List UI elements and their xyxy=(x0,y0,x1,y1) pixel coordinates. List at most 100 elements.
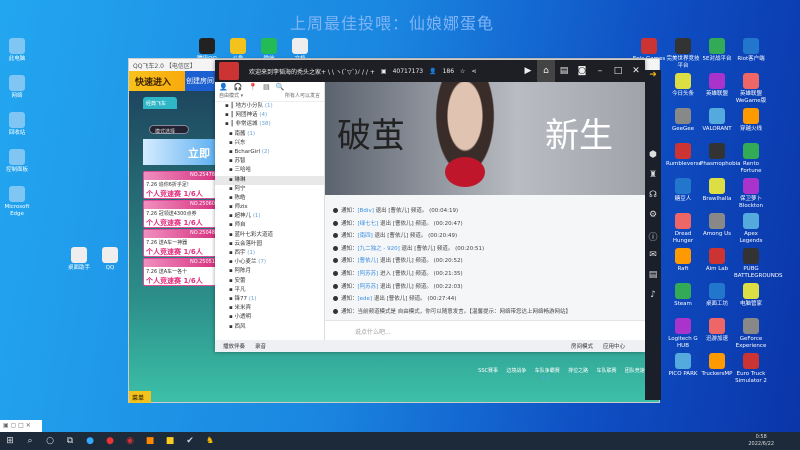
msg-user[interactable]: [九二独之 - 920] xyxy=(358,246,400,252)
list-tool-icon[interactable]: ▤ xyxy=(263,83,270,91)
msg-user[interactable]: [绿七七] xyxy=(358,221,379,227)
msg-user[interactable]: [曹依儿] xyxy=(358,258,379,264)
app-icon-7[interactable]: ♞ xyxy=(202,435,218,447)
desktop-icon[interactable]: 电脑管家 xyxy=(734,283,768,308)
channel-item[interactable]: ▪ 小心麦兰 (7) xyxy=(215,258,324,267)
desktop-icon[interactable]: VALORANT xyxy=(700,108,734,133)
channel-item[interactable]: ▪ 阿陈月 xyxy=(215,267,324,276)
list-tool-icon[interactable]: 📍 xyxy=(248,83,257,91)
desktop-icon[interactable]: Among Us xyxy=(700,213,734,238)
msg-user[interactable]: [阿苏苏] xyxy=(358,284,379,290)
channel-item[interactable]: ▪ 阿宁 xyxy=(215,185,324,194)
desktop-icon[interactable]: 5E对战平台 xyxy=(700,38,734,63)
desktop-icon[interactable]: 此电脑 xyxy=(0,38,34,63)
gamepad-icon[interactable]: ◙ xyxy=(573,60,591,82)
chat-input[interactable]: 说点什么吧... xyxy=(325,320,645,340)
create-room-button[interactable]: 创建房间 xyxy=(185,71,215,91)
list-tool-icon[interactable]: 🎧 xyxy=(234,83,243,91)
bottom-tool-record[interactable]: 录音 xyxy=(255,342,266,350)
desktop-icon[interactable]: 英雄联盟 xyxy=(700,73,734,98)
desktop-icon[interactable]: 网络 xyxy=(0,75,34,100)
app-icon-4[interactable]: ■ xyxy=(142,435,158,447)
desktop-icon[interactable]: Steam xyxy=(666,283,700,308)
desktop-icon[interactable]: 桌面助手 xyxy=(62,247,96,272)
desktop-icon[interactable]: Brawlhalla xyxy=(700,178,734,203)
room-card[interactable]: NO.25060 7.26 冠领送4300点券 个人竞速赛 1/6人 xyxy=(143,200,219,228)
channel-item[interactable]: ▪ 师zix xyxy=(215,203,324,212)
room-card[interactable]: NO.25051 7.26 送A车一各十 个人竞速赛 1/6人 xyxy=(143,258,219,286)
desktop-icon[interactable]: Apex Legends xyxy=(734,213,768,245)
home-icon[interactable]: ⌂ xyxy=(537,60,555,82)
channel-item[interactable]: ▪ 苏智 xyxy=(215,157,324,166)
mail-icon[interactable]: ✉ xyxy=(645,250,661,270)
desktop-icon[interactable]: 糖豆人 xyxy=(666,178,700,203)
channel-item[interactable]: ▪ 琳琳 xyxy=(215,175,324,185)
channel-item[interactable]: ▪ 蓝叶七彩大道道 xyxy=(215,231,324,240)
quick-join-button[interactable]: 快速进入 xyxy=(129,71,185,91)
channel-item[interactable]: ▪ ┃ 网团神话 (4) xyxy=(215,111,324,120)
channel-item[interactable]: ▪ BcharGirl (2) xyxy=(215,148,324,157)
desktop-icon[interactable]: GeeGee xyxy=(666,108,700,133)
menu-button[interactable]: 菜单 xyxy=(129,391,151,403)
desktop-icon[interactable]: Logitech G HUB xyxy=(666,318,700,350)
sort-dropdown[interactable]: 自由模式 ▾ xyxy=(219,92,243,101)
game-mode[interactable]: 排位之路 xyxy=(568,367,588,377)
channel-item[interactable]: ▪ 超神儿 (1) xyxy=(215,212,324,221)
game-mode[interactable]: 边境战争 xyxy=(506,367,526,377)
desktop-icon[interactable]: 保卫萝卜Blockton xyxy=(734,178,768,210)
headset-icon[interactable]: ☊ xyxy=(645,190,661,210)
desktop-icon[interactable]: Phasmophobia xyxy=(700,143,741,168)
desktop-icon[interactable]: GeForce Experience xyxy=(734,318,768,350)
desktop-icon[interactable]: Aim Lab xyxy=(700,248,734,273)
channel-item[interactable]: ▪ 南酱 (1) xyxy=(215,130,324,139)
desktop-icon[interactable]: 迅游加速 xyxy=(700,318,734,343)
mode-select[interactable]: 模式选择 xyxy=(149,125,189,135)
minimized-window[interactable]: ▣ ▢ □ ✕ xyxy=(0,420,42,432)
desktop-icon[interactable]: Riot客户端 xyxy=(734,38,768,63)
channel-item[interactable]: ▪ 小透明 xyxy=(215,313,324,322)
desktop-icon[interactable]: Microsoft Edge xyxy=(0,186,34,218)
desktop-icon[interactable]: PICO PARK xyxy=(666,353,700,378)
shirt-icon[interactable]: ♜ xyxy=(645,170,661,190)
share-icon[interactable]: ⋖ xyxy=(471,68,476,75)
cortana-icon[interactable]: ○ xyxy=(42,435,58,447)
channel-item[interactable]: ▪ 陈皓 xyxy=(215,194,324,203)
close-icon[interactable]: ✕ xyxy=(627,60,645,82)
desktop-icon[interactable]: 穿越火线 xyxy=(734,108,768,133)
desktop-icon[interactable]: Raft xyxy=(666,248,700,273)
channel-item[interactable]: ▪ 锋77 (1) xyxy=(215,295,324,304)
msg-user[interactable]: [Bdiv] xyxy=(358,208,374,214)
channel-item[interactable]: ▪ ┃ 地方小分队 (1) xyxy=(215,102,324,111)
desktop-icon[interactable]: QQ xyxy=(93,247,127,272)
desktop-icon[interactable]: 桌面工坊 xyxy=(700,283,734,308)
app-icon-5[interactable]: ■ xyxy=(162,435,178,447)
list-tool-icon[interactable]: 👤 xyxy=(219,83,228,91)
channel-item[interactable]: ▪ 三哈哈 xyxy=(215,166,324,175)
desktop-icon[interactable]: 回收站 xyxy=(0,112,34,137)
desktop-icon[interactable]: Rento Fortune xyxy=(734,143,768,175)
desktop-icon[interactable]: Euro Truck Simulator 2 xyxy=(734,353,768,385)
settings-icon[interactable]: ⚙ xyxy=(645,210,661,230)
doc-icon[interactable]: ▤ xyxy=(555,60,573,82)
tab-classic[interactable]: 经典飞车 xyxy=(143,97,177,109)
channel-item[interactable]: ▪ 西风 xyxy=(215,323,324,332)
channel-item[interactable]: ▪ 米米宾 xyxy=(215,304,324,313)
start-icon[interactable]: ⊞ xyxy=(2,435,18,447)
desktop-icon[interactable]: 英雄联盟WeGame版 xyxy=(734,73,768,105)
star-icon[interactable]: ☆ xyxy=(460,68,465,75)
app-icon-1[interactable]: ● xyxy=(82,435,98,447)
steam-icon[interactable]: ✔ xyxy=(182,435,198,447)
channel-item[interactable]: ▪ 平凡 xyxy=(215,286,324,295)
list-tool-icon[interactable]: 🔍 xyxy=(276,83,285,91)
msg-user[interactable]: [阿苏苏] xyxy=(358,271,379,277)
channel-item[interactable]: ▪ ┃ 非常运城 (38) xyxy=(215,120,324,129)
app-icon-3[interactable]: ◉ xyxy=(122,435,138,447)
join-now-button[interactable]: 立即 xyxy=(143,139,219,165)
bottom-tool-accompany[interactable]: 播放伴奏 xyxy=(223,342,245,350)
room-card[interactable]: NO.25478 7.26 追你6折乎足! 个人竞速赛 1/6人 xyxy=(143,171,219,199)
badge-icon[interactable]: ⬢ xyxy=(645,150,661,170)
minimize-icon[interactable]: – xyxy=(591,60,609,82)
game-mode[interactable]: 团队竞速 xyxy=(625,367,645,377)
desktop-icon[interactable]: Rumbleverse xyxy=(666,143,702,168)
music-icon[interactable]: ♪ xyxy=(645,290,661,310)
